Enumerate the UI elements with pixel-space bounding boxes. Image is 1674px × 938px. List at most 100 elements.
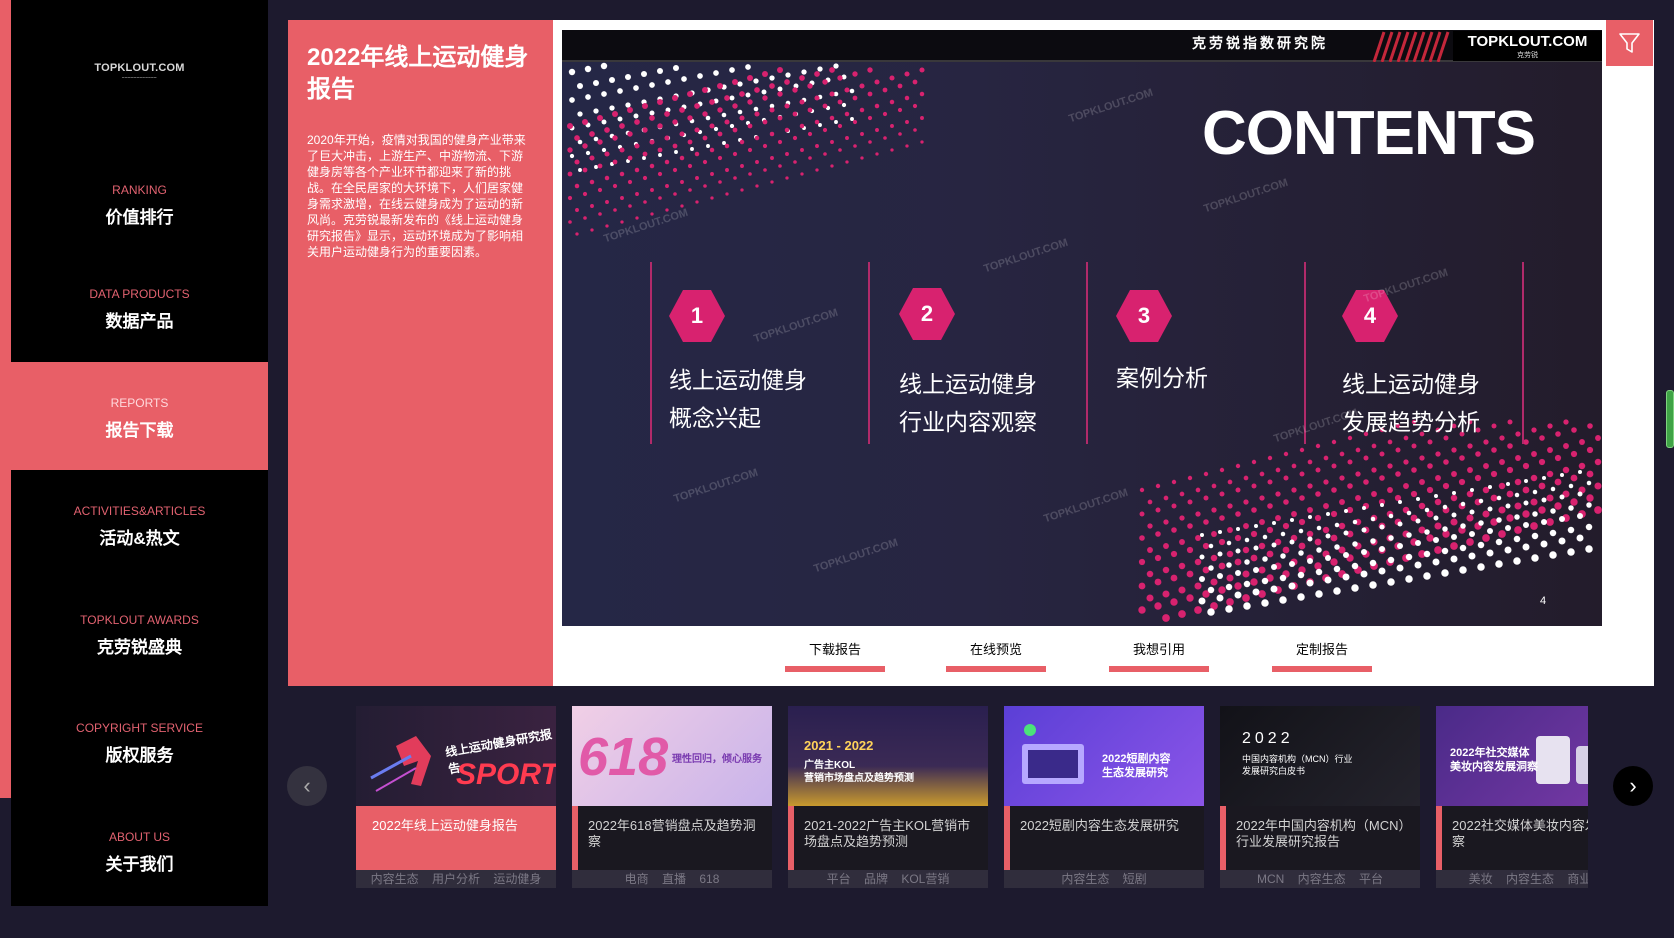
report-card-tags: 电商 直播 618 xyxy=(572,870,772,888)
nav-label-cn: 活动&热文 xyxy=(99,529,180,548)
thumb-text: 2022 xyxy=(1242,730,1294,747)
tag: 美妆 xyxy=(1468,872,1493,886)
nav-item-reports[interactable]: REPORTS 报告下载 xyxy=(11,362,268,470)
slide-header-bar: 克劳锐指数研究院 TOPKLOUT.COM 克劳锐 xyxy=(562,30,1602,62)
nav-label-cn: 克劳锐盛典 xyxy=(97,638,182,657)
nav-item-ranking[interactable]: RANKING 价值排行 xyxy=(11,183,268,291)
tag: 短剧 xyxy=(1122,872,1147,886)
slide-contents-heading: CONTENTS xyxy=(1202,99,1536,168)
report-card-title-text: 2022年线上运动健身报告 xyxy=(372,818,518,833)
nav-item-about[interactable]: ABOUT US 关于我们 xyxy=(11,830,268,938)
thumb-text: 美妆内容发展洞察 xyxy=(1450,761,1538,773)
nav-item-awards[interactable]: TOPKLOUT AWARDS 克劳锐盛典 xyxy=(11,613,268,721)
page-scrollbar-thumb[interactable] xyxy=(1666,390,1674,448)
tag: 内容生态 xyxy=(1505,872,1554,886)
thumb-text: 生态发展研究 xyxy=(1102,767,1168,779)
slide-divider xyxy=(1304,262,1306,444)
slide-item-line: 发展趋势分析 xyxy=(1342,409,1480,435)
nav-label-en: COPYRIGHT SERVICE xyxy=(76,721,203,735)
slide-brand-logo: TOPKLOUT.COM 克劳锐 xyxy=(1453,31,1602,61)
tag: 用户分析 xyxy=(431,872,480,886)
tag: 平台 xyxy=(826,872,851,886)
slide-divider xyxy=(1522,262,1524,444)
report-card-title: 2022年中国内容机构（MCN）行业发展研究报告 xyxy=(1220,806,1420,870)
report-title: 2022年线上运动健身报告 xyxy=(307,44,529,103)
slide-divider xyxy=(1086,262,1088,444)
slide-item-line: 线上运动健身 xyxy=(669,367,807,393)
tag: KOL营销 xyxy=(901,872,950,886)
tag: 内容生态 xyxy=(370,872,419,886)
carousel-prev-button[interactable]: ‹ xyxy=(287,766,327,806)
slide-page-number: 4 xyxy=(1540,595,1547,607)
report-card-title: 2022年618营销盘点及趋势洞察 xyxy=(572,806,772,870)
site-logo[interactable]: TOPKLOUT.COM ━━━━━━━━━━━━ xyxy=(11,62,268,80)
nav-label-en: ABOUT US xyxy=(108,830,171,844)
report-card-tags: 平台 品牌 KOL营销 xyxy=(788,870,988,888)
report-card[interactable]: 2022年社交媒体 美妆内容发展洞察 2022社交媒体美妆内容发展洞察 美妆 内… xyxy=(1436,706,1588,888)
report-card-title-text: 2022短剧内容生态发展研究 xyxy=(1020,818,1179,833)
action-label: 下载报告 xyxy=(808,642,861,657)
report-card-title-text: 2022年618营销盘点及趋势洞察 xyxy=(588,818,756,849)
report-card-title: 2022社交媒体美妆内容发展洞察 xyxy=(1436,806,1588,870)
report-card-title: 2022短剧内容生态发展研究 xyxy=(1004,806,1204,870)
online-preview-button[interactable]: 在线预览 xyxy=(946,641,1046,672)
thumb-text: 2021 - 2022 xyxy=(804,738,874,753)
tag: 618 xyxy=(699,872,720,886)
report-card-tags: 内容生态 短剧 xyxy=(1004,870,1204,888)
nav-label-cn: 数据产品 xyxy=(105,312,174,331)
thumb-text: 618 xyxy=(578,727,669,787)
slide-header-stripes xyxy=(562,31,1602,62)
nav-label-en: RANKING xyxy=(112,183,167,197)
tag: 运动健身 xyxy=(493,872,542,886)
report-card-title: 2022年线上运动健身报告 xyxy=(356,806,556,870)
sidebar: TOPKLOUT.COM ━━━━━━━━━━━━ RANKING 价值排行 D… xyxy=(11,0,268,906)
report-carousel: 线上运动健身研究报告 SPORT 2022年线上运动健身报告 内容生态 用户分析… xyxy=(356,706,1588,888)
filter-button[interactable] xyxy=(1606,20,1653,66)
report-card-tags: 美妆 内容生态 商业化 xyxy=(1436,870,1588,888)
report-card-title-text: 2021-2022广告主KOL营销市场盘点及趋势预测 xyxy=(804,818,971,849)
report-card[interactable]: 线上运动健身研究报告 SPORT 2022年线上运动健身报告 内容生态 用户分析… xyxy=(356,706,556,888)
logo-text: TOPKLOUT.COM xyxy=(94,62,185,74)
report-card[interactable]: 2022 中国内容机构（MCN）行业 发展研究白皮书 2022年中国内容机构（M… xyxy=(1220,706,1420,888)
slide-divider xyxy=(650,262,652,444)
action-label: 在线预览 xyxy=(969,642,1022,657)
nav-label-cn: 版权服务 xyxy=(105,746,174,765)
filter-icon xyxy=(1619,33,1640,53)
tag: 直播 xyxy=(661,872,686,886)
report-card-thumbnail: 线上运动健身研究报告 SPORT xyxy=(356,706,556,806)
nav-item-copyright[interactable]: COPYRIGHT SERVICE 版权服务 xyxy=(11,721,268,829)
nav-label-cn: 报告下载 xyxy=(105,421,174,440)
report-card[interactable]: 2021 - 2022 广告主KOL 营销市场盘点及趋势预测 2021-2022… xyxy=(788,706,988,888)
report-card-title: 2021-2022广告主KOL营销市场盘点及趋势预测 xyxy=(788,806,988,870)
tag: 电商 xyxy=(624,872,649,886)
nav-label-en: DATA PRODUCTS xyxy=(89,287,190,301)
report-description: 2020年开始，疫情对我国的健身产业带来了巨大冲击，上游生产、中游物流、下游健身… xyxy=(307,133,526,259)
thumb-text: SPORT xyxy=(456,758,556,791)
slide-item-line: 行业内容观察 xyxy=(899,409,1037,435)
report-info-panel: 2022年线上运动健身报告 2020年开始，疫情对我国的健身产业带来了巨大冲击，… xyxy=(288,20,553,686)
slide-brand-cn: 克劳锐 xyxy=(1517,52,1538,59)
report-card-thumbnail: 2021 - 2022 广告主KOL 营销市场盘点及趋势预测 xyxy=(788,706,988,806)
report-card-thumbnail: 618 理性回归，倾心服务 xyxy=(572,706,772,806)
nav-item-activities[interactable]: ACTIVITIES&ARTICLES 活动&热文 xyxy=(11,504,268,612)
slide-brand-text: TOPKLOUT.COM xyxy=(1467,33,1588,50)
tag: MCN xyxy=(1256,872,1285,886)
report-slide-preview[interactable]: 克劳锐指数研究院 TOPKLOUT.COM 克劳锐 CONTENTS 1 线上运… xyxy=(562,30,1602,626)
tag: 品牌 xyxy=(863,872,888,886)
report-card-tags: 内容生态 用户分析 运动健身 xyxy=(356,870,556,888)
slide-item-4: 线上运动健身 发展趋势分析 xyxy=(1342,365,1480,441)
download-report-button[interactable]: 下载报告 xyxy=(785,641,885,672)
report-card[interactable]: 618 理性回归，倾心服务 2022年618营销盘点及趋势洞察 电商 直播 61… xyxy=(572,706,772,888)
report-card[interactable]: 2022短剧内容 生态发展研究 2022短剧内容生态发展研究 内容生态 短剧 xyxy=(1004,706,1204,888)
report-card-title-text: 2022年中国内容机构（MCN）行业发展研究报告 xyxy=(1236,818,1412,849)
report-card-title-text: 2022社交媒体美妆内容发展洞察 xyxy=(1452,818,1588,849)
carousel-next-button[interactable]: › xyxy=(1613,766,1653,806)
action-label: 定制报告 xyxy=(1295,642,1348,657)
custom-report-button[interactable]: 定制报告 xyxy=(1272,641,1372,672)
cite-report-button[interactable]: 我想引用 xyxy=(1109,641,1209,672)
slide-item-line: 线上运动健身 xyxy=(899,371,1037,397)
nav-label-cn: 价值排行 xyxy=(105,208,174,227)
tag: 商业化 xyxy=(1567,872,1588,886)
tag: 内容生态 xyxy=(1297,872,1346,886)
nav-label-en: ACTIVITIES&ARTICLES xyxy=(73,504,206,518)
